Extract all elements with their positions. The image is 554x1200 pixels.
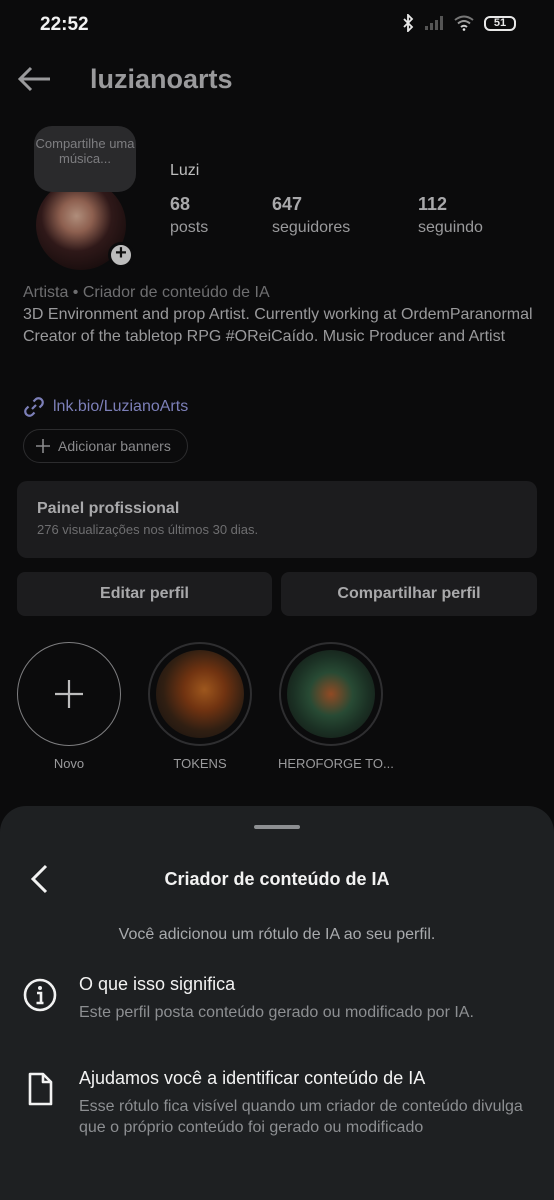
highlight-tokens[interactable]: TOKENS — [147, 642, 253, 771]
note-bubble[interactable]: Compartilhe uma música... — [34, 126, 136, 192]
document-icon — [28, 1072, 53, 1106]
profile-bio: Artista • Criador de conteúdo de IA 3D E… — [23, 282, 533, 348]
professional-dashboard-title: Painel profissional — [37, 500, 180, 517]
info-item-subtitle: Este perfil posta conteúdo gerado ou mod… — [79, 1004, 474, 1021]
status-bar: 22:52 51 — [0, 0, 554, 52]
status-icons: 51 — [402, 14, 516, 32]
link-icon — [24, 397, 44, 417]
highlight-label: HEROFORGE TO... — [278, 756, 394, 771]
profile-avatar[interactable]: + — [36, 180, 134, 270]
stat-following-value: 112 — [418, 194, 448, 214]
plus-icon — [36, 439, 50, 453]
ai-label-bottom-sheet: Criador de conteúdo de IA Você adicionou… — [0, 806, 554, 1200]
stat-following-label: seguindo — [418, 219, 483, 236]
share-profile-button[interactable]: Compartilhar perfil — [281, 572, 537, 616]
highlight-cover — [279, 642, 383, 746]
profile-header: luzianoarts — [0, 56, 554, 106]
info-icon — [23, 978, 57, 1012]
info-item-subtitle: Esse rótulo fica visível quando um criad… — [79, 1098, 523, 1136]
bio-line: 3D Environment and prop Artist. Currentl… — [23, 306, 533, 323]
highlight-new[interactable]: Novo — [16, 642, 122, 771]
highlight-heroforge[interactable]: HEROFORGE TO... — [278, 642, 394, 771]
add-banners-label: Adicionar banners — [58, 438, 171, 454]
professional-dashboard[interactable]: Painel profissional 276 visualizações no… — [17, 481, 537, 558]
battery-icon: 51 — [484, 15, 516, 31]
highlight-label: Novo — [53, 756, 85, 771]
stat-following[interactable]: 112 seguindo — [418, 194, 483, 237]
stat-followers-label: seguidores — [272, 219, 351, 236]
stat-posts-label: posts — [170, 219, 209, 236]
profile-username: luzianoarts — [90, 64, 233, 94]
bluetooth-icon — [403, 14, 414, 32]
info-item-title: O que isso significa — [79, 974, 236, 994]
bio-link-text[interactable]: lnk.bio/LuzianoArts — [53, 398, 188, 416]
profile-full-name: Luzi — [170, 162, 200, 179]
edit-profile-button[interactable]: Editar perfil — [17, 572, 272, 616]
info-item-identify: Ajudamos você a identificar conteúdo de … — [0, 1068, 554, 1138]
highlight-image — [287, 650, 375, 738]
highlight-image — [156, 650, 244, 738]
add-banners-button[interactable]: Adicionar banners — [23, 429, 188, 463]
wifi-icon — [454, 15, 474, 31]
sheet-description: Você adicionou um rótulo de IA ao seu pe… — [118, 926, 436, 943]
stat-posts-value: 68 — [170, 194, 191, 214]
bio-link[interactable]: lnk.bio/LuzianoArts — [23, 396, 188, 418]
info-item-title: Ajudamos você a identificar conteúdo de … — [79, 1068, 426, 1088]
sheet-drag-handle[interactable] — [254, 825, 300, 829]
highlight-label: TOKENS — [173, 756, 227, 771]
plus-icon — [55, 680, 83, 708]
info-item-meaning: O que isso significa Este perfil posta c… — [0, 974, 554, 1034]
stat-followers[interactable]: 647 seguidores — [272, 194, 350, 237]
stat-posts[interactable]: 68 posts — [170, 194, 208, 237]
sheet-title: Criador de conteúdo de IA — [164, 869, 390, 889]
add-story-icon[interactable]: + — [108, 242, 134, 268]
new-highlight-circle[interactable] — [17, 642, 121, 746]
stat-followers-value: 647 — [272, 194, 303, 214]
highlight-cover — [148, 642, 252, 746]
professional-dashboard-subtitle: 276 visualizações nos últimos 30 dias. — [37, 522, 259, 537]
arrow-left-icon[interactable] — [16, 64, 52, 94]
profile-category: Artista • Criador de conteúdo de IA — [23, 284, 270, 301]
bio-line: Creator of the tabletop RPG #OReiCaído. … — [23, 328, 506, 345]
signal-icon — [425, 16, 443, 30]
status-time: 22:52 — [40, 14, 89, 35]
